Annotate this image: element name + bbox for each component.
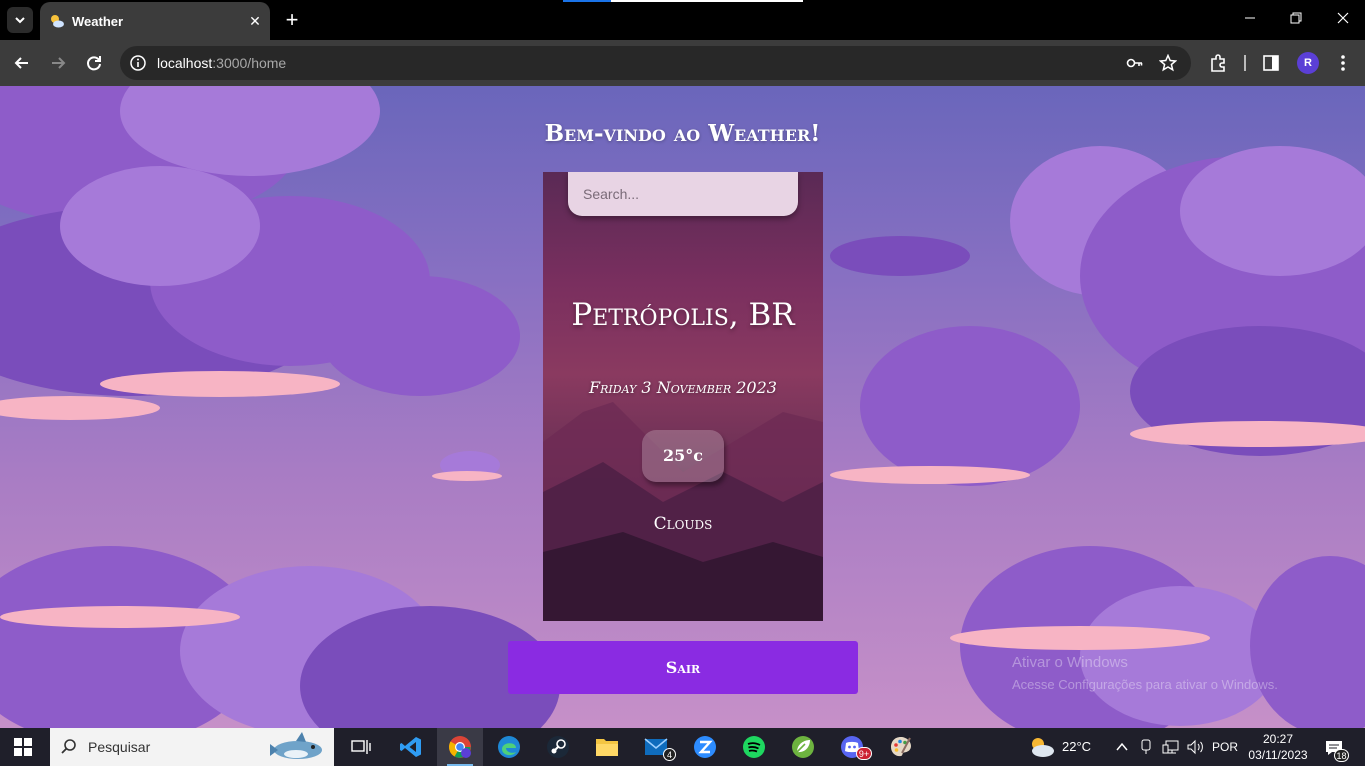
chrome-icon bbox=[449, 736, 471, 758]
close-window-button[interactable] bbox=[1333, 10, 1353, 30]
weather-condition: Clouds bbox=[653, 514, 713, 534]
search-highlight-shark-icon bbox=[270, 732, 322, 759]
key-icon[interactable] bbox=[1126, 54, 1144, 72]
minimize-icon bbox=[1245, 17, 1255, 19]
taskbar-spring-tools[interactable] bbox=[780, 728, 826, 766]
watermark-subtitle: Acesse Configurações para ativar o Windo… bbox=[1012, 677, 1278, 692]
edge-icon bbox=[498, 736, 520, 758]
taskbar-search-placeholder: Pesquisar bbox=[88, 739, 151, 755]
clock-time: 20:27 bbox=[1262, 732, 1294, 746]
taskbar-mail[interactable]: 4 bbox=[633, 728, 679, 766]
browser-toolbar: localhost:3000/home bbox=[0, 40, 1365, 86]
search-input[interactable] bbox=[568, 172, 798, 216]
extensions-icon[interactable] bbox=[1207, 52, 1229, 74]
taskbar-vscode[interactable] bbox=[388, 728, 434, 766]
tab-strip: Weather ✕ + bbox=[0, 0, 1365, 40]
close-icon bbox=[1337, 12, 1349, 24]
windows-start-icon[interactable] bbox=[14, 738, 32, 756]
site-info-icon[interactable] bbox=[129, 54, 147, 72]
chevron-down-icon bbox=[15, 17, 25, 24]
weather-page: Bem-vindo ao Weather! Petrópolis, BR Fri… bbox=[0, 86, 1365, 728]
back-arrow-icon[interactable] bbox=[11, 52, 33, 74]
minimize-button[interactable] bbox=[1240, 10, 1260, 30]
bookmark-star-icon[interactable] bbox=[1159, 54, 1177, 72]
spring-leaf-icon bbox=[792, 736, 814, 758]
spotify-icon bbox=[743, 736, 765, 758]
address-bar[interactable]: localhost:3000/home bbox=[120, 46, 1191, 80]
temperature-badge: 25°c bbox=[642, 430, 724, 482]
city-name: Petrópolis, BR bbox=[571, 297, 795, 333]
steam-icon bbox=[547, 736, 569, 758]
taskbar-spotify[interactable] bbox=[731, 728, 777, 766]
logout-button[interactable]: Sair bbox=[508, 641, 858, 694]
taskbar-edge[interactable] bbox=[486, 728, 532, 766]
notification-count-badge: 18 bbox=[1334, 749, 1349, 762]
current-date: Friday 3 November 2023 bbox=[589, 378, 777, 397]
reload-icon[interactable] bbox=[83, 52, 105, 74]
tray-language[interactable]: POR bbox=[1212, 740, 1238, 754]
weather-favicon-icon bbox=[51, 15, 64, 28]
taskbar-paint[interactable] bbox=[878, 728, 924, 766]
tab-search-button[interactable] bbox=[7, 7, 33, 33]
taskbar-search[interactable]: Pesquisar bbox=[50, 728, 334, 766]
taskbar-steam[interactable] bbox=[535, 728, 581, 766]
taskbar-discord[interactable]: 9+ bbox=[829, 728, 875, 766]
tab-title: Weather bbox=[72, 14, 124, 29]
menu-dots-icon[interactable] bbox=[1332, 52, 1354, 74]
weather-cloud-sun-icon[interactable] bbox=[1027, 735, 1055, 759]
meet-now-icon[interactable] bbox=[1139, 739, 1153, 755]
profile-avatar[interactable]: R bbox=[1297, 52, 1319, 74]
toolbar-separator bbox=[1244, 55, 1246, 71]
restore-icon bbox=[1290, 12, 1302, 24]
url-host: localhost bbox=[157, 55, 213, 71]
tray-weather-temp[interactable]: 22°C bbox=[1062, 739, 1091, 754]
forward-arrow-icon[interactable] bbox=[47, 52, 69, 74]
weather-card: Petrópolis, BR Friday 3 November 2023 25… bbox=[543, 172, 823, 621]
taskbar-clock[interactable]: 20:27 03/11/2023 bbox=[1240, 731, 1316, 763]
url-path: :3000/home bbox=[212, 55, 287, 71]
paint-palette-icon bbox=[891, 737, 911, 757]
chevron-up-icon[interactable] bbox=[1115, 741, 1129, 753]
search-icon bbox=[61, 739, 76, 754]
page-title: Bem-vindo ao Weather! bbox=[544, 120, 821, 147]
network-icon[interactable] bbox=[1162, 739, 1180, 755]
new-tab-button[interactable]: + bbox=[281, 9, 303, 31]
watermark-title: Ativar o Windows bbox=[1012, 654, 1128, 671]
taskbar-file-explorer[interactable] bbox=[584, 728, 630, 766]
task-view-button[interactable] bbox=[338, 728, 384, 766]
side-panel-icon[interactable] bbox=[1260, 52, 1282, 74]
task-view-icon bbox=[351, 740, 371, 754]
taskbar-chrome[interactable] bbox=[437, 728, 483, 766]
windows-activation-watermark: Ativar o Windows Acesse Configurações pa… bbox=[1012, 652, 1278, 696]
discord-badge: 9+ bbox=[856, 747, 872, 760]
clock-date: 03/11/2023 bbox=[1248, 748, 1308, 762]
folder-icon bbox=[596, 739, 618, 756]
vscode-icon bbox=[400, 737, 421, 757]
tab-weather[interactable]: Weather ✕ bbox=[40, 2, 270, 40]
close-tab-icon[interactable]: ✕ bbox=[247, 13, 263, 29]
windows-taskbar: Pesquisar 4 9+ 22°C POR 20:27 03/11/2023… bbox=[0, 728, 1365, 766]
url-text: localhost:3000/home bbox=[157, 55, 286, 71]
zoom-icon bbox=[694, 736, 716, 758]
volume-icon[interactable] bbox=[1186, 739, 1204, 755]
taskbar-zoom[interactable] bbox=[682, 728, 728, 766]
mail-badge: 4 bbox=[663, 748, 676, 761]
restore-button[interactable] bbox=[1286, 10, 1306, 30]
loading-bar bbox=[563, 0, 803, 2]
